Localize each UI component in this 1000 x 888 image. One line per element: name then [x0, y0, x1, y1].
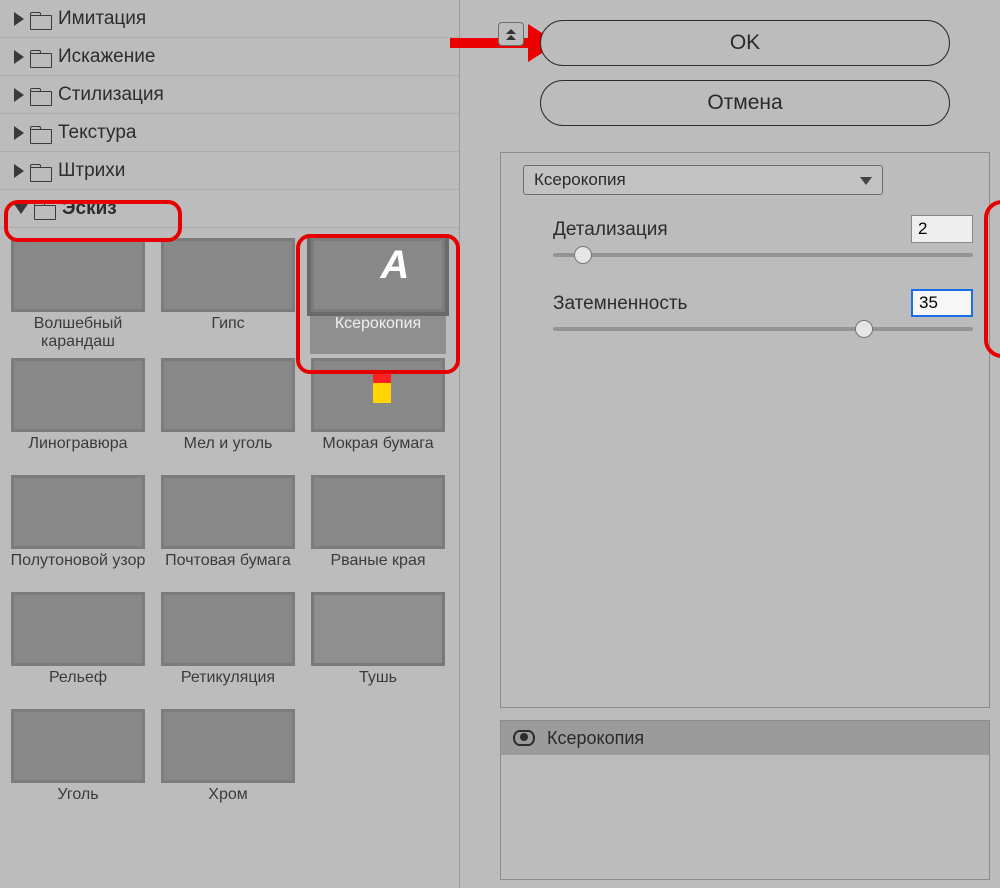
dropdown-selected-label: Ксерокопия [534, 170, 626, 190]
param-detail-input[interactable] [911, 215, 973, 243]
param-darkness-input[interactable] [911, 289, 973, 317]
folder-icon [30, 162, 52, 180]
thumbnail-image [11, 358, 145, 432]
thumbnail-label: Почтовая бумага [165, 552, 291, 588]
filter-thumb-ink[interactable]: Тушь [310, 592, 446, 705]
slider-thumb[interactable] [855, 320, 873, 338]
expand-right-icon [14, 12, 24, 26]
button-label: Отмена [707, 91, 782, 115]
button-label: OK [730, 31, 760, 55]
folder-icon [30, 10, 52, 28]
thumbnail-image [11, 709, 145, 783]
filter-thumb-reticulation[interactable]: Ретикуляция [160, 592, 296, 705]
category-row-texture[interactable]: Текстура [0, 114, 459, 152]
folder-icon [30, 124, 52, 142]
thumbnail-label: Ксерокопия [335, 315, 421, 351]
expand-right-icon [14, 88, 24, 102]
filter-thumb-magic-pencil[interactable]: Волшебный карандаш [10, 238, 146, 354]
layer-name: Ксерокопия [547, 728, 644, 749]
expand-right-icon [14, 164, 24, 178]
filter-category-panel: Имитация Искажение Стилизация Текстура Ш… [0, 0, 460, 888]
filter-thumb-charcoal[interactable]: Уголь [10, 709, 146, 822]
category-row-stylize[interactable]: Стилизация [0, 76, 459, 114]
category-label: Эскиз [62, 198, 117, 220]
effect-layer-row[interactable]: Ксерокопия [501, 721, 989, 755]
thumbnail-image [161, 709, 295, 783]
thumbnail-label: Рельеф [49, 669, 107, 705]
thumbnail-label: Рваные края [330, 552, 425, 588]
category-row-strokes[interactable]: Штрихи [0, 152, 459, 190]
expand-down-icon [14, 204, 28, 214]
filter-thumb-linocut[interactable]: Линогравюра [10, 358, 146, 471]
category-label: Текстура [58, 122, 136, 144]
thumbnail-label: Хром [208, 786, 247, 822]
category-row-sketch[interactable]: Эскиз [0, 190, 459, 228]
settings-group: Ксерокопия Детализация Затемненность [500, 152, 990, 708]
expand-right-icon [14, 126, 24, 140]
filter-thumb-kserocopy[interactable]: Ксерокопия [310, 238, 446, 354]
filter-thumb-notepaper[interactable]: Почтовая бумага [160, 475, 296, 588]
folder-icon [34, 200, 56, 218]
param-darkness-slider[interactable] [553, 327, 973, 331]
filter-thumb-chrome[interactable]: Хром [160, 709, 296, 822]
category-label: Искажение [58, 46, 155, 68]
thumbnail-image [311, 592, 445, 666]
filter-thumb-halftone[interactable]: Полутоновой узор [10, 475, 146, 588]
thumbnail-image [11, 238, 145, 312]
thumbnail-image [161, 238, 295, 312]
thumbnail-image [161, 592, 295, 666]
thumbnail-label: Мел и уголь [184, 435, 273, 471]
expand-right-icon [14, 50, 24, 64]
thumbnail-image [161, 475, 295, 549]
thumbnail-label: Мокрая бумага [322, 435, 433, 471]
filter-thumb-torn-edges[interactable]: Рваные края [310, 475, 446, 588]
collapse-panel-button[interactable] [498, 22, 524, 46]
thumbnail-image [311, 238, 445, 312]
eye-icon[interactable] [513, 730, 535, 746]
cancel-button[interactable]: Отмена [540, 80, 950, 126]
filter-thumb-wet-paper[interactable]: Мокрая бумага [310, 358, 446, 471]
category-row-imitation[interactable]: Имитация [0, 0, 459, 38]
filter-settings-panel: OK Отмена Ксерокопия Детализация Затемне… [460, 0, 1000, 888]
thumbnail-image [11, 592, 145, 666]
category-label: Штрихи [58, 160, 125, 182]
category-label: Стилизация [58, 84, 164, 106]
thumbnail-image [161, 358, 295, 432]
thumbnail-label: Гипс [211, 315, 244, 351]
thumbnail-label: Ретикуляция [181, 669, 275, 705]
chevron-up-icon [506, 29, 516, 34]
filter-thumb-gips[interactable]: Гипс [160, 238, 296, 354]
thumbnail-image [311, 475, 445, 549]
category-label: Имитация [58, 8, 146, 30]
thumbnail-image [311, 358, 445, 432]
filter-thumb-relief[interactable]: Рельеф [10, 592, 146, 705]
filter-select-dropdown[interactable]: Ксерокопия [523, 165, 883, 195]
folder-icon [30, 86, 52, 104]
chevron-down-icon [860, 177, 872, 185]
ok-button[interactable]: OK [540, 20, 950, 66]
param-label: Детализация [553, 219, 668, 240]
filter-thumb-chalk-charcoal[interactable]: Мел и уголь [160, 358, 296, 471]
folder-icon [30, 48, 52, 66]
param-detail-slider[interactable] [553, 253, 973, 257]
thumbnail-image [11, 475, 145, 549]
thumbnail-label: Линогравюра [28, 435, 127, 471]
filter-thumbnail-grid: Волшебный карандаш Гипс Ксерокопия Линог… [0, 228, 459, 834]
effect-layers-box: Ксерокопия [500, 720, 990, 880]
param-label: Затемненность [553, 293, 687, 314]
chevron-up-icon [506, 35, 516, 40]
thumbnail-label: Тушь [359, 669, 397, 705]
param-detail-group: Детализация [553, 219, 973, 241]
param-darkness-group: Затемненность [553, 293, 973, 315]
thumbnail-label: Полутоновой узор [11, 552, 146, 588]
category-row-distort[interactable]: Искажение [0, 38, 459, 76]
thumbnail-label: Волшебный карандаш [10, 315, 146, 351]
slider-thumb[interactable] [574, 246, 592, 264]
thumbnail-label: Уголь [57, 786, 98, 822]
